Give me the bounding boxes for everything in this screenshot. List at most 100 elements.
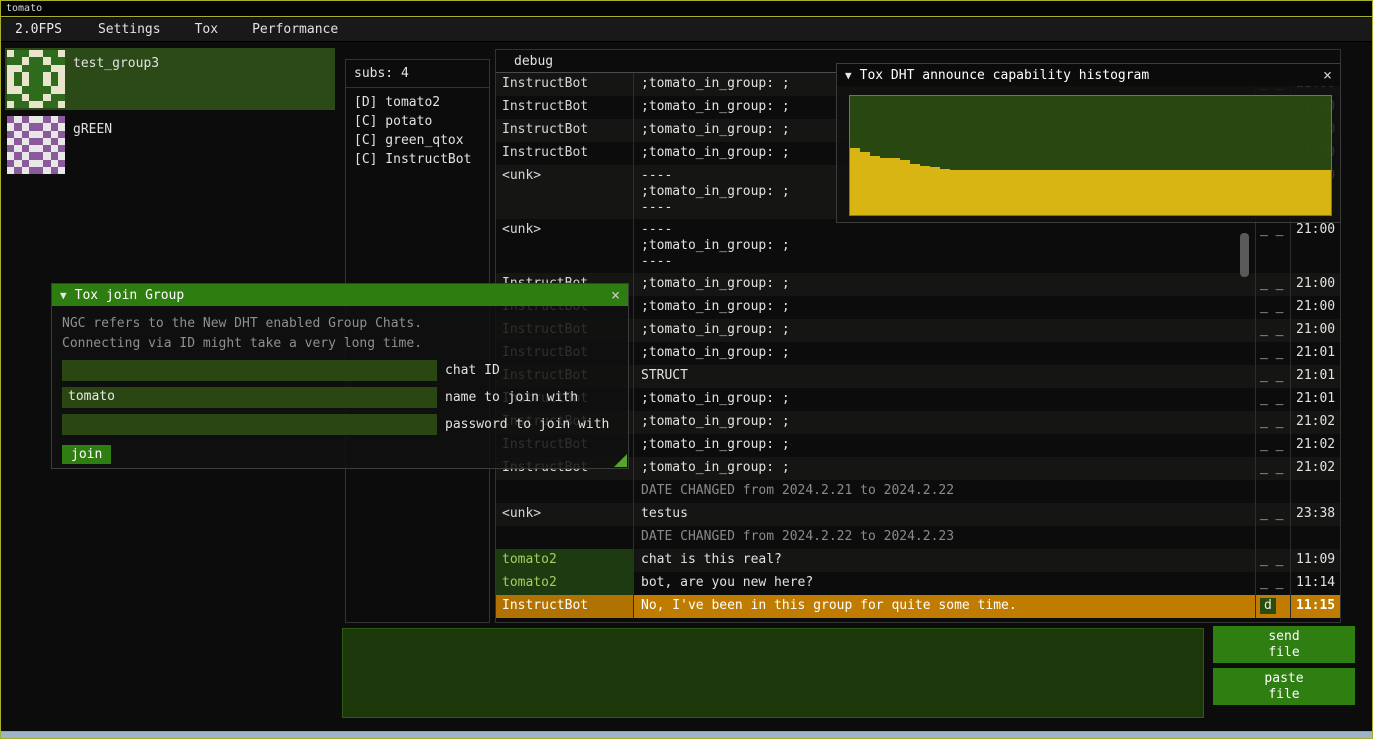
tab-debug[interactable]: debug xyxy=(514,54,553,69)
histogram-bar xyxy=(1010,170,1020,215)
chat-message-row[interactable]: tomato2chat is this real?_ _11:09 xyxy=(496,549,1340,572)
histogram-bar xyxy=(1100,170,1110,215)
message-flags: _ _ xyxy=(1255,572,1290,595)
histogram-bar xyxy=(1261,170,1271,215)
message-time: 21:02 xyxy=(1290,434,1340,457)
histogram-bar xyxy=(1241,170,1251,215)
histogram-bar xyxy=(1301,170,1311,215)
chat-id-input-label: chat ID xyxy=(445,363,500,378)
histogram-bar xyxy=(1181,170,1191,215)
message-time: 11:14 xyxy=(1290,572,1340,595)
date-separator-row[interactable]: DATE CHANGED from 2024.2.21 to 2024.2.22 xyxy=(496,480,1340,503)
histogram-window-title: Tox DHT announce capability histogram xyxy=(860,68,1150,83)
sidebar-group-test_group3[interactable]: test_group3 xyxy=(5,48,335,110)
message-sender xyxy=(496,526,633,549)
message-text: STRUCT xyxy=(633,365,1255,388)
chat-message-row[interactable]: InstructBotNo, I've been in this group f… xyxy=(496,595,1340,618)
collapse-arrow-icon[interactable]: ▼ xyxy=(845,69,852,82)
chat-message-row[interactable]: <unk>testus_ _23:38 xyxy=(496,503,1340,526)
subs-item[interactable]: [C] green_qtox xyxy=(346,131,489,150)
close-icon[interactable]: × xyxy=(1323,66,1332,84)
menu-settings[interactable]: Settings xyxy=(84,18,175,41)
join-fields: chat IDtomatoname to join withpassword t… xyxy=(62,360,618,435)
send-file-button[interactable]: send file xyxy=(1213,626,1355,663)
histogram-bar xyxy=(1211,170,1221,215)
group-list: test_group3 gREEN xyxy=(5,48,336,176)
message-text: ---- ;tomato_in_group: ; ---- xyxy=(633,219,1255,273)
histogram-bar xyxy=(940,169,950,215)
message-time: 21:01 xyxy=(1290,342,1340,365)
menu-performance[interactable]: Performance xyxy=(238,18,352,41)
message-time: 21:00 xyxy=(1290,319,1340,342)
menu-items: Settings Tox Performance xyxy=(84,18,358,41)
histogram-bar xyxy=(1221,170,1231,215)
fps-counter: 2.0FPS xyxy=(1,18,76,41)
histogram-bar xyxy=(930,167,940,215)
message-time: 21:01 xyxy=(1290,388,1340,411)
collapse-arrow-icon[interactable]: ▼ xyxy=(60,289,67,302)
message-flags: _ _ xyxy=(1255,365,1290,388)
subs-item[interactable]: [C] potato xyxy=(346,112,489,131)
menu-tox[interactable]: Tox xyxy=(181,18,232,41)
join-button[interactable]: join xyxy=(62,445,111,464)
message-text: chat is this real? xyxy=(633,549,1255,572)
paste-file-button[interactable]: paste file xyxy=(1213,668,1355,705)
histogram-bar xyxy=(1080,170,1090,215)
message-flags: _ _ xyxy=(1255,434,1290,457)
app-window: tomato 2.0FPS Settings Tox Performance tes… xyxy=(0,0,1373,739)
histogram-bar xyxy=(1030,170,1040,215)
message-sender: <unk> xyxy=(496,503,633,526)
close-icon[interactable]: × xyxy=(611,286,620,304)
message-time xyxy=(1290,480,1340,503)
message-sender: InstructBot xyxy=(496,119,633,142)
histogram-window-titlebar[interactable]: ▼ Tox DHT announce capability histogram … xyxy=(837,64,1340,86)
histogram-bar xyxy=(1020,170,1030,215)
subs-item[interactable]: [D] tomato2 xyxy=(346,93,489,112)
message-text: testus xyxy=(633,503,1255,526)
message-time: 11:15 xyxy=(1290,595,1340,618)
message-text: ;tomato_in_group: ; xyxy=(633,342,1255,365)
join-password-input[interactable] xyxy=(62,414,437,435)
chat-id-input[interactable] xyxy=(62,360,437,381)
date-separator-row[interactable]: DATE CHANGED from 2024.2.22 to 2024.2.23 xyxy=(496,526,1340,549)
join-window-body: NGC refers to the New DHT enabled Group … xyxy=(52,306,628,472)
message-time: 21:02 xyxy=(1290,411,1340,434)
message-sender: tomato2 xyxy=(496,549,633,572)
date-separator-text: DATE CHANGED from 2024.2.21 to 2024.2.22 xyxy=(633,480,1255,503)
group-name: gREEN xyxy=(73,122,112,174)
histogram-bar xyxy=(1281,170,1291,215)
message-time: 21:01 xyxy=(1290,365,1340,388)
window-titlebar[interactable]: tomato xyxy=(1,1,1372,17)
join-name-input[interactable]: tomato xyxy=(62,387,437,408)
histogram-bar xyxy=(860,152,870,215)
message-text: ;tomato_in_group: ; xyxy=(633,411,1255,434)
histogram-bar xyxy=(960,170,970,215)
join-info: NGC refers to the New DHT enabled Group … xyxy=(62,314,618,354)
sidebar-group-gREEN[interactable]: gREEN xyxy=(5,114,335,176)
message-sender: tomato2 xyxy=(496,572,633,595)
subs-title: subs: 4 xyxy=(346,66,489,88)
message-time: 21:00 xyxy=(1290,273,1340,296)
histogram-bar xyxy=(1271,170,1281,215)
subs-item[interactable]: [C] InstructBot xyxy=(346,150,489,169)
message-time xyxy=(1290,526,1340,549)
message-flags: _ _ xyxy=(1255,503,1290,526)
message-flags xyxy=(1255,480,1290,503)
histogram-bar xyxy=(920,166,930,215)
message-input[interactable] xyxy=(342,628,1204,718)
histogram-bar xyxy=(1110,170,1120,215)
join-info-text: Connecting via ID might take a very long… xyxy=(62,334,618,354)
chat-scrollbar-thumb[interactable] xyxy=(1240,233,1249,277)
histogram-window: ▼ Tox DHT announce capability histogram … xyxy=(836,63,1341,223)
chat-message-row[interactable]: tomato2bot, are you new here?_ _11:14 xyxy=(496,572,1340,595)
message-text: bot, are you new here? xyxy=(633,572,1255,595)
join-info-text: NGC refers to the New DHT enabled Group … xyxy=(62,314,618,334)
join-window-titlebar[interactable]: ▼ Tox join Group × xyxy=(52,284,628,306)
histogram-bar xyxy=(1090,170,1100,215)
histogram-bar xyxy=(870,156,880,216)
chat-message-row[interactable]: <unk>---- ;tomato_in_group: ; ----_ _21:… xyxy=(496,219,1340,273)
message-time: 21:00 xyxy=(1290,219,1340,273)
join-name-input-label: name to join with xyxy=(445,390,578,405)
histogram-bar xyxy=(850,148,860,215)
message-text: ;tomato_in_group: ; xyxy=(633,434,1255,457)
